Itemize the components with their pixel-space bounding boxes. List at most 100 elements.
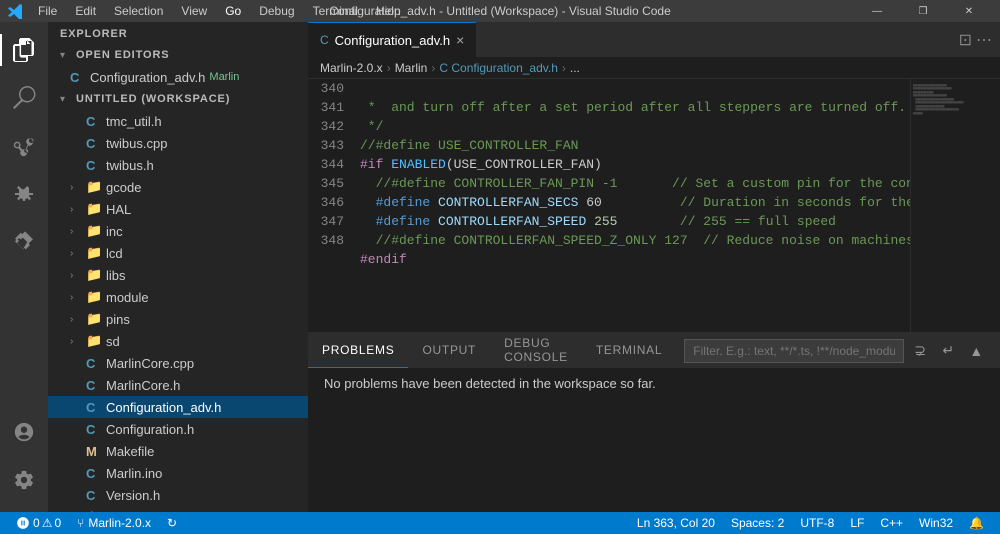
statusbar-platform-text: Win32 <box>919 516 953 530</box>
sd-icon: 📁 <box>86 333 102 349</box>
panel-tab-problems[interactable]: PROBLEMS <box>308 333 408 368</box>
breadcrumb-marlin[interactable]: Marlin <box>395 61 428 75</box>
workspace-section[interactable]: ▾ UNTITLED (WORKSPACE) <box>48 88 308 110</box>
panel-controls: ⊋ ↵ ▲ ✕ <box>676 333 1000 368</box>
panel-tab-output[interactable]: OUTPUT <box>408 333 490 368</box>
statusbar-spaces[interactable]: Spaces: 2 <box>723 512 792 534</box>
tree-item-twibus-h[interactable]: C twibus.h <box>48 154 308 176</box>
activity-search-icon[interactable] <box>0 74 48 122</box>
menu-selection[interactable]: Selection <box>106 2 171 20</box>
activity-git-icon[interactable] <box>0 122 48 170</box>
statusbar-error-count: 0 <box>33 516 40 530</box>
tree-item-makefile[interactable]: M Makefile <box>48 440 308 462</box>
statusbar-position[interactable]: Ln 363, Col 20 <box>629 512 723 534</box>
panel-message: No problems have been detected in the wo… <box>324 376 656 391</box>
panel-tab-debug-console[interactable]: DEBUG CONSOLE <box>490 333 582 368</box>
breadcrumb-root[interactable]: Marlin-2.0.x <box>320 61 383 75</box>
tree-item-marlin-ino[interactable]: C Marlin.ino <box>48 462 308 484</box>
more-actions-icon[interactable]: ⋯ <box>976 30 992 50</box>
statusbar-line-ending[interactable]: LF <box>842 512 872 534</box>
statusbar-branch[interactable]: ⑂ Marlin-2.0.x <box>69 512 159 534</box>
config-h-icon: C <box>86 422 102 437</box>
statusbar-notification[interactable]: 🔔 <box>961 512 992 534</box>
config-adv-icon: C <box>86 400 102 415</box>
tab-filename: Configuration_adv.h <box>335 33 450 48</box>
tree-item-module[interactable]: › 📁 module <box>48 286 308 308</box>
activity-settings-icon[interactable] <box>0 456 48 504</box>
panel-filter-icon[interactable]: ⊋ <box>908 339 932 363</box>
tree-item-marlincore-cpp[interactable]: C MarlinCore.cpp <box>48 352 308 374</box>
tree-item-tmc[interactable]: C tmc_util.h <box>48 110 308 132</box>
pins-arrow: › <box>70 314 86 325</box>
panel-filter-input[interactable] <box>684 339 904 363</box>
marlincore-h-icon: C <box>86 378 102 393</box>
statusbar-language[interactable]: C++ <box>872 512 911 534</box>
warning-icon: ⚠ <box>42 516 53 530</box>
statusbar-right: Ln 363, Col 20 Spaces: 2 UTF-8 LF C++ Wi… <box>629 512 992 534</box>
tree-item-config-adv[interactable]: C Configuration_adv.h <box>48 396 308 418</box>
titlebar-close-button[interactable]: ✕ <box>946 0 992 22</box>
module-arrow: › <box>70 292 86 303</box>
minimap: ████████████████████████████ ███████████… <box>910 79 1000 332</box>
file-tree: ▾ OPEN EDITORS C Configuration_adv.h Mar… <box>48 44 308 512</box>
pins-icon: 📁 <box>86 311 102 327</box>
panel-close-icon[interactable]: ✕ <box>992 339 1000 363</box>
git-branch-icon: ⑂ <box>77 516 84 530</box>
version-h-name: Version.h <box>106 488 160 503</box>
hal-icon: 📁 <box>86 201 102 217</box>
open-editor-item[interactable]: C Configuration_adv.h Marlin <box>48 66 308 88</box>
libs-icon: 📁 <box>86 267 102 283</box>
editor-main: 340 341 342 343 344 345 346 347 348 * an… <box>308 79 1000 512</box>
statusbar-encoding[interactable]: UTF-8 <box>792 512 842 534</box>
breadcrumb-sep-3: › <box>562 61 566 75</box>
tree-item-twibus-cpp[interactable]: C twibus.cpp <box>48 132 308 154</box>
panel-collapse-icon[interactable]: ▲ <box>964 339 988 363</box>
tree-item-sd[interactable]: › 📁 sd <box>48 330 308 352</box>
activity-extensions-icon[interactable] <box>0 218 48 266</box>
workspace-arrow: ▾ <box>60 94 76 105</box>
tree-item-inc[interactable]: › 📁 inc <box>48 220 308 242</box>
open-editors-section[interactable]: ▾ OPEN EDITORS <box>48 44 308 66</box>
activity-explorer-icon[interactable] <box>0 26 48 74</box>
tree-item-libs[interactable]: › 📁 libs <box>48 264 308 286</box>
tree-item-pins[interactable]: › 📁 pins <box>48 308 308 330</box>
panel-tabs: PROBLEMS OUTPUT DEBUG CONSOLE TERMINAL ⊋… <box>308 333 1000 368</box>
statusbar-sync[interactable]: ↻ <box>159 512 185 534</box>
statusbar-warning-count: 0 <box>54 516 61 530</box>
vscode-logo-icon <box>8 3 24 19</box>
panel-wrap-icon[interactable]: ↵ <box>936 339 960 363</box>
tree-item-marlincore-h[interactable]: C MarlinCore.h <box>48 374 308 396</box>
statusbar-position-text: Ln 363, Col 20 <box>637 516 715 530</box>
menu-file[interactable]: File <box>30 2 65 20</box>
menu-view[interactable]: View <box>173 2 215 20</box>
tab-close-icon[interactable]: × <box>456 32 464 48</box>
tree-item-version-h[interactable]: C Version.h <box>48 484 308 506</box>
statusbar-platform[interactable]: Win32 <box>911 512 961 534</box>
editor-tab-config-adv[interactable]: C Configuration_adv.h × <box>308 22 476 57</box>
tree-item-gcode[interactable]: › 📁 gcode <box>48 176 308 198</box>
titlebar-minimize-button[interactable]: — <box>854 0 900 22</box>
menu-edit[interactable]: Edit <box>67 2 104 20</box>
menu-go[interactable]: Go <box>217 2 249 20</box>
twibus-h-name: twibus.h <box>106 158 154 173</box>
menu-debug[interactable]: Debug <box>251 2 302 20</box>
sidebar-explorer-label[interactable]: EXPLORER <box>48 22 308 44</box>
tree-item-config-h[interactable]: C Configuration.h <box>48 418 308 440</box>
breadcrumb-symbol[interactable]: ... <box>570 61 580 75</box>
breadcrumb: Marlin-2.0.x › Marlin › C Configuration_… <box>308 57 1000 79</box>
activity-account-icon[interactable] <box>0 408 48 456</box>
titlebar-maximize-button[interactable]: ❐ <box>900 0 946 22</box>
statusbar-notification-icon: 🔔 <box>969 516 984 530</box>
statusbar-line-ending-text: LF <box>850 516 864 530</box>
statusbar-remote-icon[interactable]: 0 ⚠ 0 <box>8 512 69 534</box>
tree-item-hal[interactable]: › 📁 HAL <box>48 198 308 220</box>
code-editor[interactable]: 340 341 342 343 344 345 346 347 348 * an… <box>308 79 1000 332</box>
panel-tab-terminal[interactable]: TERMINAL <box>582 333 676 368</box>
panel-content: No problems have been detected in the wo… <box>308 368 1000 512</box>
activity-debug-icon[interactable] <box>0 170 48 218</box>
tab-bar: C Configuration_adv.h × ⊡ ⋯ <box>308 22 1000 57</box>
code-content[interactable]: * and turn off after a set period after … <box>352 79 910 332</box>
split-editor-icon[interactable]: ⊡ <box>959 30 972 50</box>
tree-item-lcd[interactable]: › 📁 lcd <box>48 242 308 264</box>
breadcrumb-file[interactable]: C Configuration_adv.h <box>439 61 558 75</box>
